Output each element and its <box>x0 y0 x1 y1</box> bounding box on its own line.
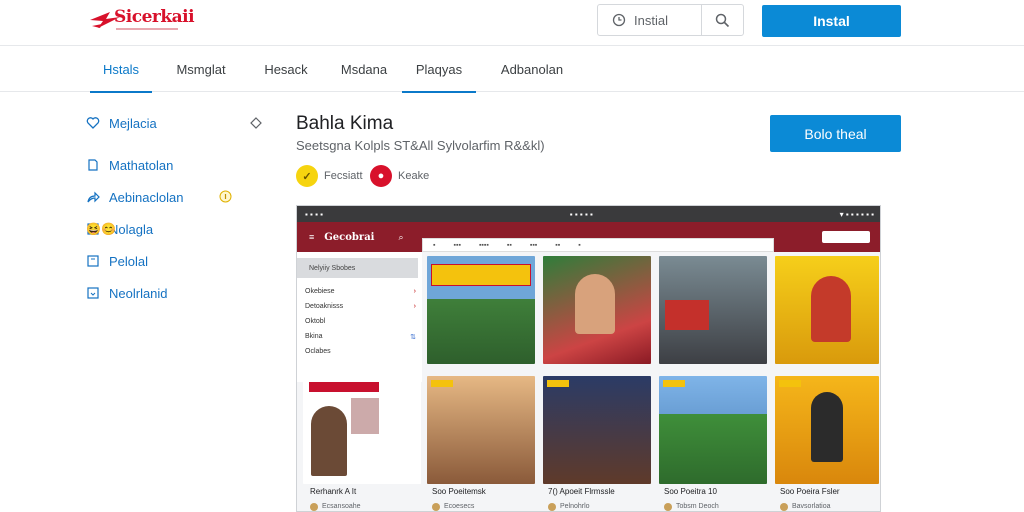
tab-bar: Hstals Msmglat Hesack Msdana Plaqyas Adb… <box>0 46 1024 93</box>
inner-menu-item: Okebiese › <box>305 288 416 295</box>
top-header: Sicerkaii Instial Instal <box>0 0 1024 46</box>
tile-tag <box>431 380 453 387</box>
inner-menu-item: Bkina ⇅ <box>305 333 416 341</box>
sidebar-item-label: Pelolal <box>109 253 149 269</box>
person-figure <box>811 392 843 462</box>
magnifier-icon <box>715 13 730 27</box>
sidebar-item-pelolal[interactable]: Pelolal <box>86 252 148 270</box>
logo-tagline <box>116 28 178 30</box>
media-tile[interactable] <box>543 376 651 484</box>
inner-menu-item: Detoaknisss › <box>305 303 416 310</box>
media-tile[interactable] <box>303 376 421 484</box>
media-tile[interactable] <box>427 376 535 484</box>
tile-tag <box>779 380 801 387</box>
search-box[interactable]: Instial <box>597 4 744 36</box>
tile-meta: Tobsm Deoch <box>664 501 719 512</box>
inner-side-menu: Nelyiiy Sbobes Okebiese › Detoaknisss › Ok… <box>297 252 422 382</box>
inner-menu-item: Oktobl <box>305 318 326 325</box>
logo-text: Sicerkaii <box>114 7 195 27</box>
app-subtitle: Seetsgna Kolpls ST&All Sylvolarfim R&&kl… <box>296 138 545 153</box>
share-icon <box>87 191 100 203</box>
sidebar-item-neolrlanid[interactable]: Neolrlanid <box>86 284 168 302</box>
tile-tag <box>547 380 569 387</box>
status-bar: ▪ ▪ ▪ ▪ ▪ ▪ ▪ ▪ ▪ ▾ ▪ ▪ ▪ ▪ ▪ ▪ <box>297 206 880 222</box>
sidebar-item-label: Mathatolan <box>109 157 174 173</box>
tab-msmglat[interactable]: Msmglat <box>162 46 240 92</box>
tab-plaqyas[interactable]: Plaqyas <box>402 46 476 93</box>
media-tile[interactable] <box>659 256 767 364</box>
tile-meta: Ecsansoahe <box>310 501 361 512</box>
tile-tag <box>663 380 685 387</box>
install-button[interactable]: Instal <box>762 5 901 37</box>
avatar <box>780 502 788 511</box>
media-tile[interactable] <box>775 256 879 364</box>
status-left-icons: ▪ ▪ ▪ ▪ <box>305 209 324 219</box>
search-placeholder: Instial <box>634 12 668 28</box>
inner-search-field <box>822 231 870 243</box>
media-tile[interactable] <box>543 256 651 364</box>
badge-label: Keake <box>398 170 430 182</box>
sidebar-item-aebinaclolan[interactable]: Aebinaclolan <box>86 188 183 206</box>
window-icon <box>87 287 99 299</box>
tab-adbanolan[interactable]: Adbanolan <box>490 46 574 92</box>
sidebar-item-label: Neolrlanid <box>109 285 168 301</box>
menu-icon: ≡ <box>309 232 315 242</box>
diamond-icon[interactable] <box>250 117 262 129</box>
tile-meta: Ecoesecs <box>432 501 474 512</box>
tab-hesack[interactable]: Hesack <box>252 46 320 92</box>
person-figure <box>575 274 615 334</box>
media-tile[interactable] <box>427 256 535 364</box>
tile-caption: 7() Apoeit Flrmssle <box>548 487 615 496</box>
info-badge-icon <box>219 190 232 203</box>
person-figure <box>311 406 347 476</box>
inner-tabs: ▪ ▪▪▪ ▪▪▪▪ ▪▪ ▪▪▪ ▪▪ ▪ <box>422 238 774 252</box>
badge-fecsiatt: ✓ Fecsiatt <box>296 165 363 187</box>
tile-caption: Soo Poeitra 10 <box>664 487 717 496</box>
brand-logo[interactable]: Sicerkaii <box>88 2 195 36</box>
tile-caption: Soo Poeitemsk <box>432 487 486 496</box>
tile-sign <box>665 300 709 330</box>
media-tile[interactable] <box>659 376 767 484</box>
primary-action-button[interactable]: Bolo theal <box>770 115 901 152</box>
sidebar-item-mathatolan[interactable]: Mathatolan <box>86 156 173 174</box>
tab-hstals[interactable]: Hstals <box>90 46 152 93</box>
search-button[interactable] <box>702 5 743 35</box>
status-right-icons: ▾ ▪ ▪ ▪ ▪ ▪ ▪ <box>839 209 874 219</box>
sidebar-item-label: Mejlacia <box>109 115 157 131</box>
tile-caption: Soo Poeira Fsler <box>780 487 840 496</box>
heart-icon <box>86 117 100 129</box>
badge-keake: ● Keake <box>370 165 429 187</box>
badge-red-icon: ● <box>370 165 392 187</box>
sidebar-item-label: Aebinaclolan <box>109 189 184 205</box>
tile-caption: Rerhanrk A It <box>310 487 357 496</box>
media-tile[interactable] <box>775 376 879 484</box>
avatar <box>310 502 318 511</box>
sidebar-item-nolagla[interactable]: Nolagla 😆😊 <box>86 220 153 238</box>
person-figure <box>811 276 851 342</box>
avatar <box>548 502 556 511</box>
badge-label: Fecsiatt <box>324 170 363 182</box>
badge-yellow-icon: ✓ <box>296 165 318 187</box>
tile-banner <box>431 264 531 286</box>
inner-search-icon: ⌕ <box>398 231 404 242</box>
tile-meta: Bavsorlatioa <box>780 501 831 512</box>
app-screenshot[interactable]: ▪ ▪ ▪ ▪ ▪ ▪ ▪ ▪ ▪ ▾ ▪ ▪ ▪ ▪ ▪ ▪ ≡ Gecobr… <box>296 205 881 512</box>
tile-meta: Pelnohrlo <box>548 501 590 512</box>
tile-header <box>309 382 379 392</box>
inner-menu-item: Oclabes <box>305 348 331 355</box>
tile-photo <box>351 398 379 434</box>
avatar <box>664 502 672 511</box>
clock-icon <box>612 13 626 27</box>
emoji-icon: 😆😊 <box>86 222 116 236</box>
inner-logo: Gecobrai <box>324 231 375 243</box>
inner-menu-head: Nelyiiy Sbobes <box>297 258 418 278</box>
sidebar-item-mejlacia[interactable]: Mejlacia <box>86 114 157 132</box>
status-center-icons: ▪ ▪ ▪ ▪ ▪ <box>569 209 593 219</box>
box-icon <box>87 255 99 267</box>
app-title: Bahla Kima <box>296 113 394 134</box>
avatar <box>432 502 440 511</box>
tab-msdana[interactable]: Msdana <box>330 46 398 92</box>
search-input[interactable]: Instial <box>598 5 702 35</box>
file-icon <box>88 159 98 171</box>
